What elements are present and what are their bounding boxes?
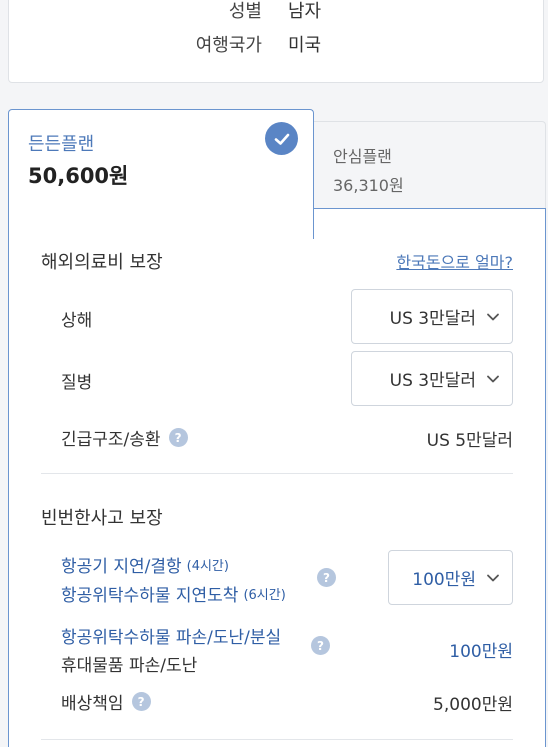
chevron-down-icon [487,313,499,320]
baggage-delay-note: (6시간) [243,588,286,603]
krw-conversion-link[interactable]: 한국돈으로 얼마? [396,249,513,273]
baggage-delay-label-text: 항공위탁수하물 지연도착 [61,586,239,606]
question-icon[interactable]: ? [168,428,188,447]
illness-coverage-value: US 3만달러 [389,371,476,391]
chevron-down-icon [487,375,499,382]
illness-coverage-select[interactable]: US 3만달러 [351,351,513,406]
gender-value: 남자 [288,1,322,22]
medical-section-title: 해외의료비 보장 [41,252,163,273]
plan-name: 안심플랜 [333,147,392,166]
injury-label: 상해 [61,306,92,331]
country-value: 미국 [288,35,322,56]
liability-label: 배상책임 ? [61,689,151,714]
plan-tab-dundun[interactable]: 든든플랜 50,600원 [8,109,314,239]
baggage-damage-label-text: 항공위탁수하물 파손/도난/분실 [61,628,282,648]
question-icon[interactable]: ? [311,636,330,655]
delay-coverage-value: 100만원 [412,570,476,590]
plan-tab-ansim[interactable]: 안심플랜 36,310원 [313,121,546,209]
illness-label: 질병 [61,368,92,393]
question-icon[interactable]: ? [131,692,151,711]
illness-label-text: 질병 [61,373,93,393]
plan-price: 36,310원 [333,176,404,195]
country-row: 여행국가 미국 [9,31,543,61]
question-icon[interactable]: ? [317,568,336,587]
section-divider [41,473,513,474]
plan-price: 50,600원 [28,164,129,188]
baggage-delay-label: 항공위탁수하물 지연도착 (6시간) [61,581,286,606]
section-divider [41,739,513,740]
flight-delay-note: (4시간) [186,559,229,574]
damage-value: 100만원 [449,642,513,662]
injury-coverage-value: US 3만달러 [389,309,476,329]
baggage-damage-label: 항공위탁수하물 파손/도난/분실 [61,623,281,648]
carry-damage-label: 휴대물품 파손/도난 [61,651,197,676]
gender-label: 성별 [228,1,262,22]
plan-name: 든든플랜 [28,134,95,155]
liability-label-text: 배상책임 [61,694,124,714]
rescue-label-text: 긴급구조/송환 [61,430,161,450]
gender-row: 성별 남자 [9,0,543,27]
chevron-down-icon [487,574,499,581]
flight-delay-label: 항공기 지연/결항 (4시간) [61,552,229,577]
tab-bottom-border [313,208,546,209]
carry-damage-label-text: 휴대물품 파손/도난 [61,656,198,676]
frequent-section-title: 빈번한사고 보장 [41,508,163,529]
flight-delay-label-text: 항공기 지연/결항 [61,557,182,577]
coverage-panel: 해외의료비 보장 한국돈으로 얼마? 상해 US 3만달러 질병 US 3만달러… [8,208,546,747]
rescue-label: 긴급구조/송환 ? [61,425,188,450]
rescue-value: US 5만달러 [426,431,513,451]
injury-label-text: 상해 [61,311,93,331]
injury-coverage-select[interactable]: US 3만달러 [351,289,513,344]
traveler-info-card: 성별 남자 여행국가 미국 [8,0,544,83]
liability-value: 5,000만원 [433,695,513,715]
delay-coverage-select[interactable]: 100만원 [388,550,513,605]
country-label: 여행국가 [195,35,262,56]
check-icon [265,122,298,155]
